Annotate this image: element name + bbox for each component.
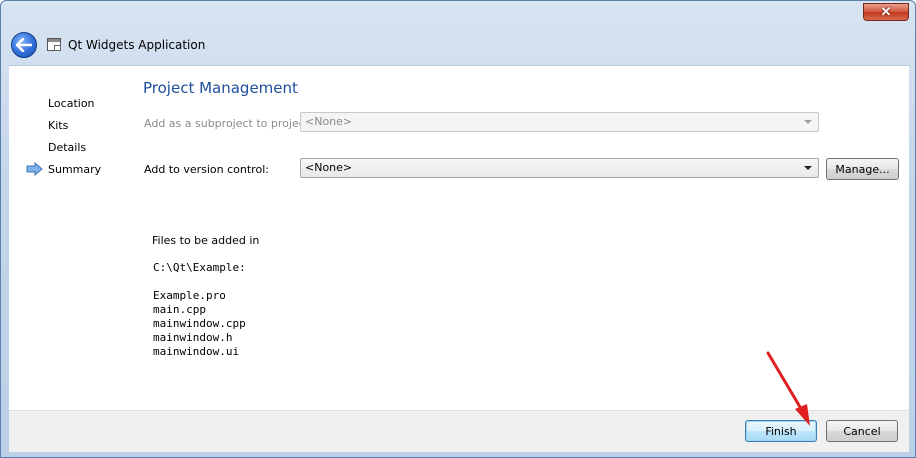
cancel-button[interactable]: Cancel	[826, 420, 898, 442]
red-arrow-annotation	[766, 351, 810, 426]
page-title: Project Management	[143, 79, 298, 97]
files-heading: Files to be added in	[152, 234, 260, 247]
sidebar-item-summary: Summary	[48, 163, 102, 176]
subproject-label: Add as a subproject to project:	[144, 117, 313, 130]
subproject-combo-value: <None>	[305, 115, 353, 128]
subproject-combo: <None>	[300, 112, 819, 132]
file-item: mainwindow.h	[153, 331, 233, 344]
version-control-label: Add to version control:	[144, 163, 269, 176]
sidebar-item-location: Location	[48, 97, 95, 110]
chevron-down-icon	[804, 120, 812, 124]
sidebar-item-details: Details	[48, 141, 87, 154]
back-arrow-icon	[16, 38, 32, 52]
file-item: main.cpp	[153, 303, 206, 316]
arrow-right-icon	[26, 162, 43, 176]
chevron-down-icon	[804, 166, 812, 170]
version-control-combo[interactable]: <None>	[300, 158, 819, 178]
version-control-combo-value: <None>	[305, 161, 353, 174]
wizard-window: ✕ Qt Widgets Application Location Kits D…	[0, 0, 916, 458]
close-button[interactable]: ✕	[863, 3, 909, 21]
file-item: mainwindow.cpp	[153, 317, 246, 330]
back-button[interactable]	[11, 32, 37, 58]
file-item: mainwindow.ui	[153, 345, 240, 358]
close-icon: ✕	[880, 4, 892, 19]
window-icon	[47, 38, 61, 51]
files-directory: C:\Qt\Example:	[153, 261, 246, 274]
sidebar-item-kits: Kits	[48, 119, 69, 132]
window-title: Qt Widgets Application	[68, 38, 206, 52]
file-item: Example.pro	[153, 289, 226, 302]
manage-button[interactable]: Manage...	[826, 158, 899, 180]
